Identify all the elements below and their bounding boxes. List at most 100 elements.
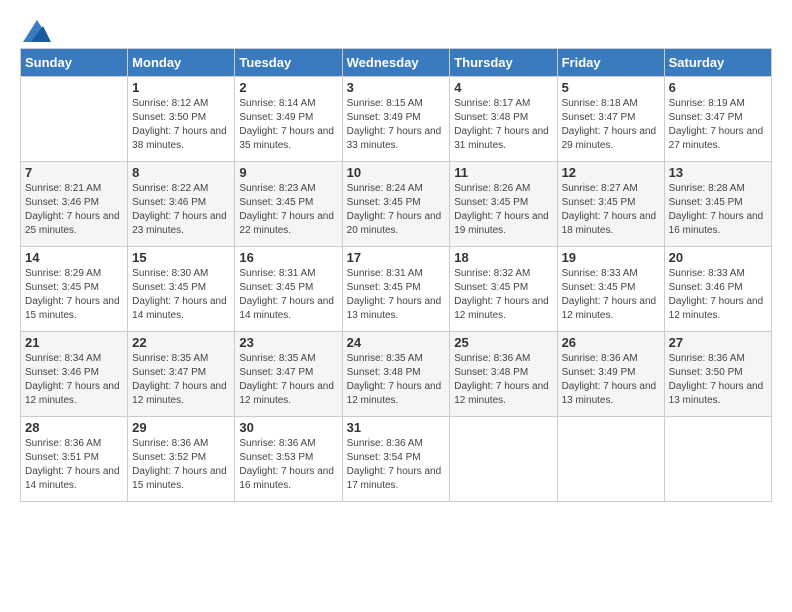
calendar-week-3: 14 Sunrise: 8:29 AMSunset: 3:45 PMDayligh… bbox=[21, 247, 772, 332]
day-info: Sunrise: 8:36 AMSunset: 3:50 PMDaylight:… bbox=[669, 353, 764, 406]
day-number: 4 bbox=[454, 80, 552, 95]
day-info: Sunrise: 8:23 AMSunset: 3:45 PMDaylight:… bbox=[239, 183, 334, 236]
calendar-cell: 24 Sunrise: 8:35 AMSunset: 3:48 PMDayligh… bbox=[342, 332, 450, 417]
calendar-cell: 4 Sunrise: 8:17 AMSunset: 3:48 PMDaylight… bbox=[450, 77, 557, 162]
calendar-table: SundayMondayTuesdayWednesdayThursdayFrid… bbox=[20, 48, 772, 502]
day-number: 29 bbox=[132, 420, 230, 435]
day-number: 22 bbox=[132, 335, 230, 350]
day-info: Sunrise: 8:29 AMSunset: 3:45 PMDaylight:… bbox=[25, 268, 120, 321]
day-info: Sunrise: 8:21 AMSunset: 3:46 PMDaylight:… bbox=[25, 183, 120, 236]
calendar-cell: 18 Sunrise: 8:32 AMSunset: 3:45 PMDayligh… bbox=[450, 247, 557, 332]
weekday-header-friday: Friday bbox=[557, 49, 664, 77]
calendar-cell: 1 Sunrise: 8:12 AMSunset: 3:50 PMDaylight… bbox=[128, 77, 235, 162]
calendar-cell: 12 Sunrise: 8:27 AMSunset: 3:45 PMDayligh… bbox=[557, 162, 664, 247]
weekday-header-saturday: Saturday bbox=[664, 49, 771, 77]
day-info: Sunrise: 8:32 AMSunset: 3:45 PMDaylight:… bbox=[454, 268, 549, 321]
calendar-cell: 15 Sunrise: 8:30 AMSunset: 3:45 PMDayligh… bbox=[128, 247, 235, 332]
calendar-cell: 21Sunrise: 8:34 AMSunset: 3:46 PMDayligh… bbox=[21, 332, 128, 417]
day-number: 23 bbox=[239, 335, 337, 350]
day-info: Sunrise: 8:30 AMSunset: 3:45 PMDaylight:… bbox=[132, 268, 227, 321]
weekday-header-monday: Monday bbox=[128, 49, 235, 77]
day-number: 1 bbox=[132, 80, 230, 95]
calendar-week-2: 7 Sunrise: 8:21 AMSunset: 3:46 PMDaylight… bbox=[21, 162, 772, 247]
day-info: Sunrise: 8:36 AMSunset: 3:51 PMDaylight:… bbox=[25, 438, 120, 491]
day-info: Sunrise: 8:31 AMSunset: 3:45 PMDaylight:… bbox=[347, 268, 442, 321]
day-info: Sunrise: 8:27 AMSunset: 3:45 PMDaylight:… bbox=[562, 183, 657, 236]
day-info: Sunrise: 8:34 AMSunset: 3:46 PMDaylight:… bbox=[25, 353, 120, 406]
day-number: 7 bbox=[25, 165, 123, 180]
calendar-cell: 31 Sunrise: 8:36 AMSunset: 3:54 PMDayligh… bbox=[342, 417, 450, 502]
weekday-header-sunday: Sunday bbox=[21, 49, 128, 77]
day-number: 15 bbox=[132, 250, 230, 265]
calendar-week-1: 1 Sunrise: 8:12 AMSunset: 3:50 PMDaylight… bbox=[21, 77, 772, 162]
day-info: Sunrise: 8:31 AMSunset: 3:45 PMDaylight:… bbox=[239, 268, 334, 321]
day-number: 12 bbox=[562, 165, 660, 180]
day-number: 5 bbox=[562, 80, 660, 95]
day-info: Sunrise: 8:36 AMSunset: 3:49 PMDaylight:… bbox=[562, 353, 657, 406]
day-info: Sunrise: 8:36 AMSunset: 3:52 PMDaylight:… bbox=[132, 438, 227, 491]
day-number: 3 bbox=[347, 80, 446, 95]
calendar-cell: 22 Sunrise: 8:35 AMSunset: 3:47 PMDayligh… bbox=[128, 332, 235, 417]
calendar-week-4: 21Sunrise: 8:34 AMSunset: 3:46 PMDayligh… bbox=[21, 332, 772, 417]
calendar-cell: 20 Sunrise: 8:33 AMSunset: 3:46 PMDayligh… bbox=[664, 247, 771, 332]
day-number: 11 bbox=[454, 165, 552, 180]
calendar-cell: 23 Sunrise: 8:35 AMSunset: 3:47 PMDayligh… bbox=[235, 332, 342, 417]
calendar-cell bbox=[450, 417, 557, 502]
day-info: Sunrise: 8:36 AMSunset: 3:48 PMDaylight:… bbox=[454, 353, 549, 406]
day-number: 26 bbox=[562, 335, 660, 350]
weekday-header-wednesday: Wednesday bbox=[342, 49, 450, 77]
day-number: 24 bbox=[347, 335, 446, 350]
calendar-cell bbox=[21, 77, 128, 162]
day-info: Sunrise: 8:18 AMSunset: 3:47 PMDaylight:… bbox=[562, 98, 657, 151]
day-number: 31 bbox=[347, 420, 446, 435]
calendar-cell: 27 Sunrise: 8:36 AMSunset: 3:50 PMDayligh… bbox=[664, 332, 771, 417]
calendar-cell bbox=[664, 417, 771, 502]
day-info: Sunrise: 8:35 AMSunset: 3:48 PMDaylight:… bbox=[347, 353, 442, 406]
calendar-cell: 3Sunrise: 8:15 AMSunset: 3:49 PMDaylight… bbox=[342, 77, 450, 162]
calendar-cell: 29 Sunrise: 8:36 AMSunset: 3:52 PMDayligh… bbox=[128, 417, 235, 502]
calendar-cell: 8Sunrise: 8:22 AMSunset: 3:46 PMDaylight… bbox=[128, 162, 235, 247]
day-info: Sunrise: 8:26 AMSunset: 3:45 PMDaylight:… bbox=[454, 183, 549, 236]
day-number: 17 bbox=[347, 250, 446, 265]
calendar-cell: 2Sunrise: 8:14 AMSunset: 3:49 PMDaylight… bbox=[235, 77, 342, 162]
day-info: Sunrise: 8:36 AMSunset: 3:54 PMDaylight:… bbox=[347, 438, 442, 491]
day-info: Sunrise: 8:19 AMSunset: 3:47 PMDaylight:… bbox=[669, 98, 764, 151]
day-number: 27 bbox=[669, 335, 767, 350]
day-info: Sunrise: 8:33 AMSunset: 3:46 PMDaylight:… bbox=[669, 268, 764, 321]
day-number: 10 bbox=[347, 165, 446, 180]
day-info: Sunrise: 8:36 AMSunset: 3:53 PMDaylight:… bbox=[239, 438, 334, 491]
calendar-cell: 13Sunrise: 8:28 AMSunset: 3:45 PMDayligh… bbox=[664, 162, 771, 247]
weekday-header-row: SundayMondayTuesdayWednesdayThursdayFrid… bbox=[21, 49, 772, 77]
day-info: Sunrise: 8:35 AMSunset: 3:47 PMDaylight:… bbox=[239, 353, 334, 406]
calendar-cell: 9Sunrise: 8:23 AMSunset: 3:45 PMDaylight… bbox=[235, 162, 342, 247]
calendar-cell: 19Sunrise: 8:33 AMSunset: 3:45 PMDayligh… bbox=[557, 247, 664, 332]
page-header bbox=[20, 20, 772, 38]
day-number: 19 bbox=[562, 250, 660, 265]
day-info: Sunrise: 8:12 AMSunset: 3:50 PMDaylight:… bbox=[132, 98, 227, 151]
calendar-cell: 6 Sunrise: 8:19 AMSunset: 3:47 PMDaylight… bbox=[664, 77, 771, 162]
calendar-cell: 28 Sunrise: 8:36 AMSunset: 3:51 PMDayligh… bbox=[21, 417, 128, 502]
day-info: Sunrise: 8:24 AMSunset: 3:45 PMDaylight:… bbox=[347, 183, 442, 236]
calendar-cell: 7 Sunrise: 8:21 AMSunset: 3:46 PMDaylight… bbox=[21, 162, 128, 247]
day-number: 25 bbox=[454, 335, 552, 350]
day-info: Sunrise: 8:22 AMSunset: 3:46 PMDaylight:… bbox=[132, 183, 227, 236]
calendar-cell: 16 Sunrise: 8:31 AMSunset: 3:45 PMDayligh… bbox=[235, 247, 342, 332]
day-number: 16 bbox=[239, 250, 337, 265]
calendar-cell: 5 Sunrise: 8:18 AMSunset: 3:47 PMDaylight… bbox=[557, 77, 664, 162]
calendar-cell: 17 Sunrise: 8:31 AMSunset: 3:45 PMDayligh… bbox=[342, 247, 450, 332]
day-number: 6 bbox=[669, 80, 767, 95]
day-info: Sunrise: 8:17 AMSunset: 3:48 PMDaylight:… bbox=[454, 98, 549, 151]
day-number: 18 bbox=[454, 250, 552, 265]
day-number: 2 bbox=[239, 80, 337, 95]
calendar-week-5: 28 Sunrise: 8:36 AMSunset: 3:51 PMDayligh… bbox=[21, 417, 772, 502]
logo bbox=[20, 20, 51, 38]
day-info: Sunrise: 8:35 AMSunset: 3:47 PMDaylight:… bbox=[132, 353, 227, 406]
day-number: 20 bbox=[669, 250, 767, 265]
day-number: 14 bbox=[25, 250, 123, 265]
day-number: 28 bbox=[25, 420, 123, 435]
calendar-cell: 26 Sunrise: 8:36 AMSunset: 3:49 PMDayligh… bbox=[557, 332, 664, 417]
calendar-cell: 11 Sunrise: 8:26 AMSunset: 3:45 PMDayligh… bbox=[450, 162, 557, 247]
calendar-cell: 30 Sunrise: 8:36 AMSunset: 3:53 PMDayligh… bbox=[235, 417, 342, 502]
day-number: 30 bbox=[239, 420, 337, 435]
calendar-cell bbox=[557, 417, 664, 502]
